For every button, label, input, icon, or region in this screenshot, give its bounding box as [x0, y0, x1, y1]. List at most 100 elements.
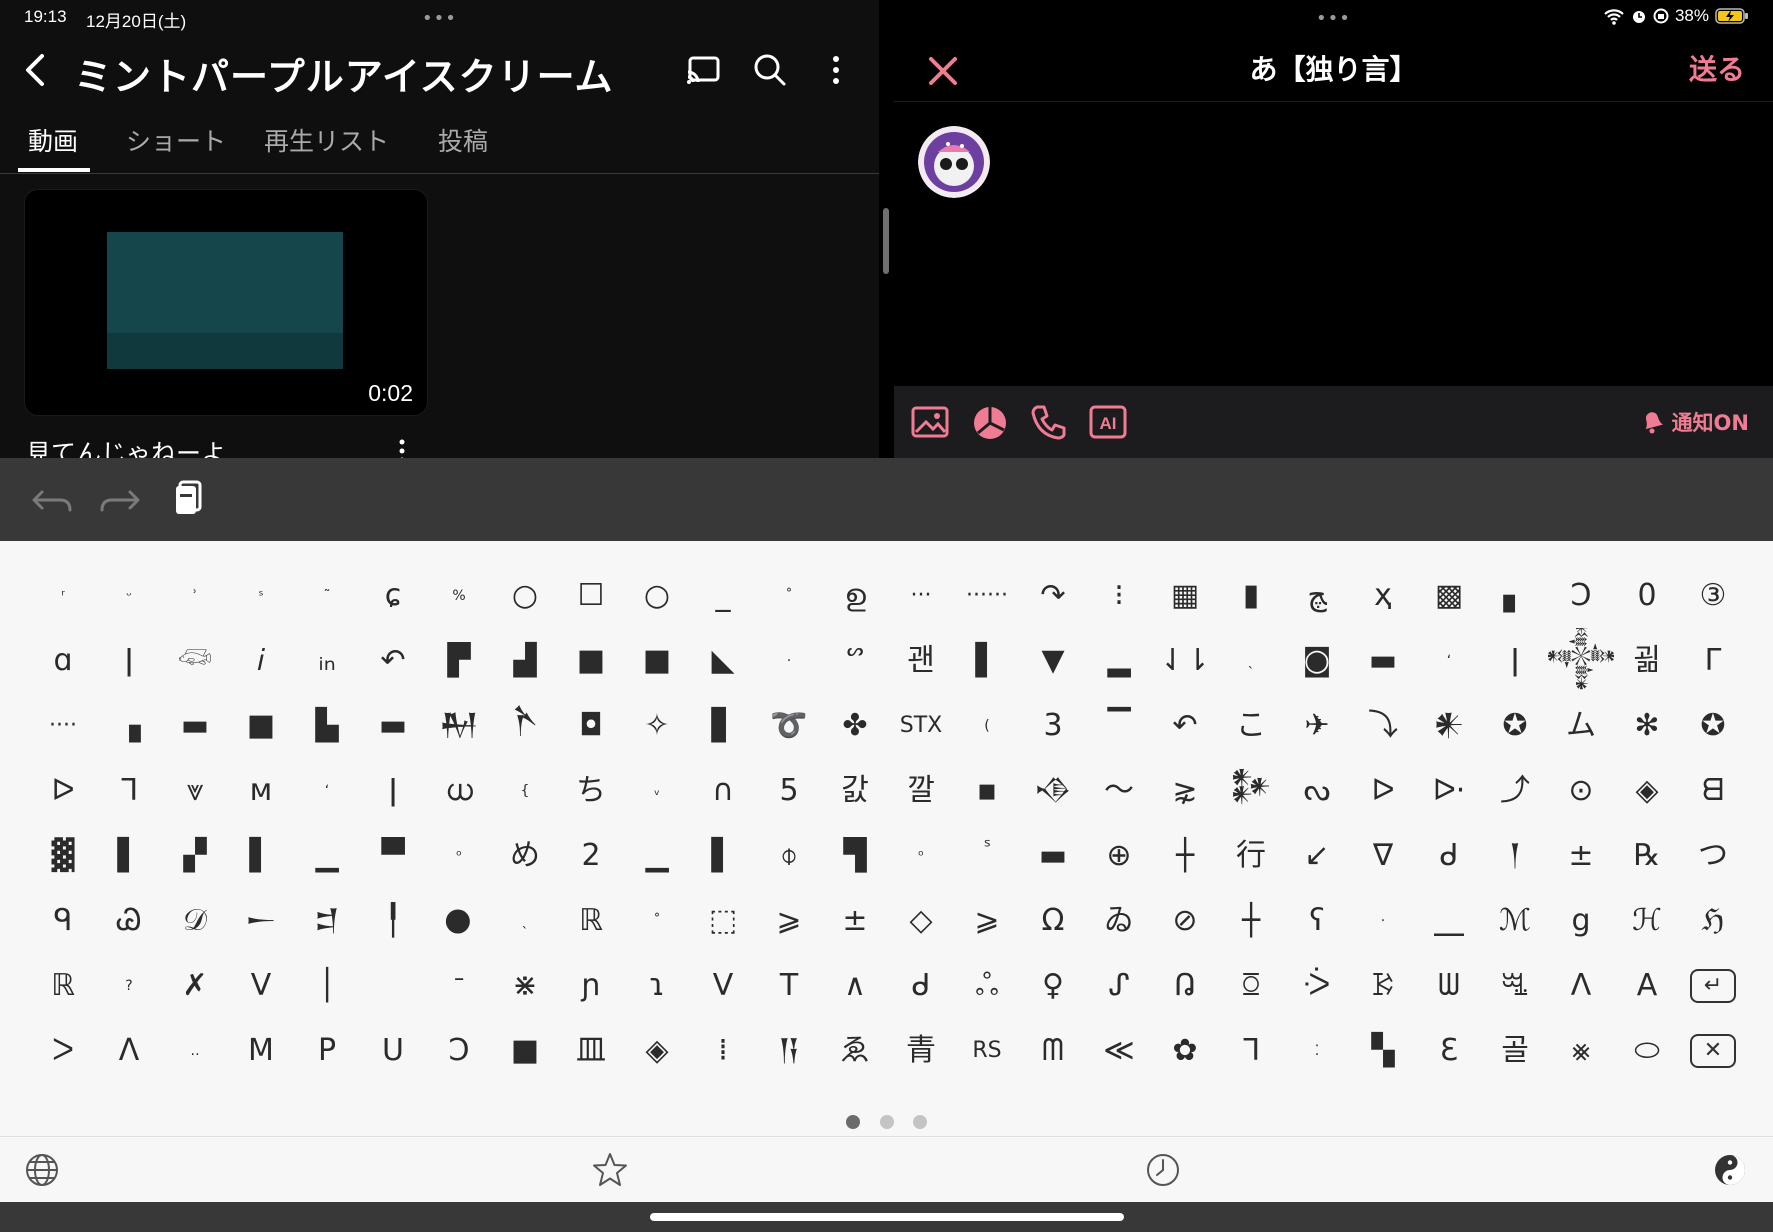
- symbol-key[interactable]: 𒀭: [1416, 693, 1482, 758]
- symbol-key[interactable]: Т: [756, 953, 822, 1018]
- symbol-key[interactable]: ⊕: [1086, 823, 1152, 888]
- symbol-key[interactable]: ∩: [690, 758, 756, 823]
- symbol-key[interactable]: g: [1548, 888, 1614, 953]
- symbol-key[interactable]: 𒈹: [426, 693, 492, 758]
- multitask-dots-right[interactable]: •••: [1316, 8, 1351, 29]
- symbol-key[interactable]: ᒣ: [96, 758, 162, 823]
- symbol-key[interactable]: [360, 953, 426, 1018]
- symbol-key[interactable]: 青: [888, 1018, 954, 1083]
- symbol-key[interactable]: ᐱ: [1548, 953, 1614, 1018]
- video-more-icon[interactable]: [395, 436, 409, 458]
- symbol-key[interactable]: ▋: [690, 693, 756, 758]
- symbol-key[interactable]: 𒀯: [1218, 758, 1284, 823]
- symbol-key[interactable]: ˎ: [1218, 628, 1284, 693]
- symbol-key[interactable]: ˜: [294, 563, 360, 628]
- symbol-key[interactable]: %: [426, 563, 492, 628]
- symbol-key[interactable]: ☐: [558, 563, 624, 628]
- symbol-key[interactable]: ⤵: [1350, 693, 1416, 758]
- symbol-key[interactable]: ▚: [1350, 1018, 1416, 1083]
- symbol-key[interactable]: ③: [1680, 563, 1746, 628]
- symbol-key[interactable]: ⁝: [1086, 563, 1152, 628]
- symbol-key[interactable]: 𝑖: [228, 628, 294, 693]
- symbol-key[interactable]: ꗆ: [1482, 953, 1548, 1018]
- symbol-key[interactable]: ᑯ: [888, 953, 954, 1018]
- symbol-key[interactable]: ▖: [1482, 563, 1548, 628]
- symbol-key[interactable]: ▬: [360, 693, 426, 758]
- symbol-key[interactable]: ↙: [1284, 823, 1350, 888]
- symbol-key[interactable]: ✧: [624, 693, 690, 758]
- symbol-key[interactable]: 5: [756, 758, 822, 823]
- symbol-key[interactable]: ▌: [228, 823, 294, 888]
- symbol-key[interactable]: ꗞ: [1218, 953, 1284, 1018]
- symbol-key[interactable]: ◈: [624, 1018, 690, 1083]
- symbol-key[interactable]: ゐ: [1086, 888, 1152, 953]
- redo-icon[interactable]: [96, 478, 142, 522]
- symbol-key[interactable]: (: [954, 693, 1020, 758]
- symbol-key[interactable]: ム: [1548, 693, 1614, 758]
- clipboard-icon[interactable]: [164, 478, 210, 522]
- symbol-key[interactable]: ᐯ: [690, 953, 756, 1018]
- symbol-key[interactable]: 0: [1614, 563, 1680, 628]
- symbol-key[interactable]: ⩾: [756, 888, 822, 953]
- symbol-key[interactable]: ○: [492, 563, 558, 628]
- symbol-key[interactable]: ✗: [162, 953, 228, 1018]
- symbol-key[interactable]: ˚: [624, 888, 690, 953]
- symbol-key[interactable]: ⬚: [690, 888, 756, 953]
- symbol-key[interactable]: 괜: [888, 628, 954, 693]
- symbol-key[interactable]: ⊙: [1548, 758, 1614, 823]
- symbol-key[interactable]: Ɛ: [1416, 1018, 1482, 1083]
- pie-icon[interactable]: [970, 402, 1010, 442]
- symbol-key[interactable]: ᐅ: [1350, 758, 1416, 823]
- tab-posts[interactable]: 投稿: [438, 122, 488, 158]
- symbol-key[interactable]: ✪: [1680, 693, 1746, 758]
- symbol-key[interactable]: ➰: [756, 693, 822, 758]
- symbol-key[interactable]: ■: [558, 628, 624, 693]
- symbol-key[interactable]: ʳ: [30, 563, 96, 628]
- multitask-dots-left[interactable]: •••: [422, 8, 457, 29]
- tab-playlists[interactable]: 再生リスト: [264, 122, 389, 158]
- symbol-key[interactable]: ʕ: [1284, 888, 1350, 953]
- symbol-key[interactable]: ゑ: [822, 1018, 888, 1083]
- undo-icon[interactable]: [30, 478, 76, 522]
- symbol-key[interactable]: ҳ: [1350, 563, 1416, 628]
- symbol-key[interactable]: Λ: [96, 1018, 162, 1083]
- symbol-key[interactable]: 𒄑: [294, 888, 360, 953]
- symbol-key[interactable]: ····: [30, 693, 96, 758]
- symbol-key[interactable]: ℝ: [558, 888, 624, 953]
- symbol-key[interactable]: ✪: [1482, 693, 1548, 758]
- symbol-key[interactable]: ᒣ: [1218, 1018, 1284, 1083]
- symbol-key[interactable]: M: [228, 1018, 294, 1083]
- symbol-key[interactable]: ᑫ: [30, 888, 96, 953]
- symbol-key[interactable]: ℋ: [1614, 888, 1680, 953]
- symbol-key[interactable]: ⋧: [1152, 758, 1218, 823]
- symbol-key[interactable]: 𒋻: [492, 693, 558, 758]
- home-indicator[interactable]: [650, 1213, 1124, 1221]
- symbol-key[interactable]: ᑂ: [1284, 953, 1350, 1018]
- symbol-key[interactable]: ·: [1350, 888, 1416, 953]
- symbol-key[interactable]: め: [492, 823, 558, 888]
- symbol-key[interactable]: ˢ: [228, 563, 294, 628]
- symbol-key[interactable]: ▬: [162, 693, 228, 758]
- symbol-key[interactable]: ▂: [1086, 628, 1152, 693]
- symbol-key[interactable]: ▞: [162, 823, 228, 888]
- symbol-key[interactable]: ≪: [1086, 1018, 1152, 1083]
- symbol-key[interactable]: ᒥ: [1680, 628, 1746, 693]
- symbol-key[interactable]: ᵢₙ: [294, 628, 360, 693]
- symbol-key[interactable]: ℳ: [1482, 888, 1548, 953]
- symbol-key[interactable]: ⇃⇂: [1152, 628, 1218, 693]
- symbol-key[interactable]: ɲ: [558, 953, 624, 1018]
- symbol-key[interactable]: A: [1614, 953, 1680, 1018]
- symbol-key[interactable]: ◙: [1284, 628, 1350, 693]
- symbol-key[interactable]: ᔓ: [1284, 758, 1350, 823]
- symbol-key[interactable]: ⎽: [1416, 888, 1482, 953]
- back-icon[interactable]: [18, 50, 54, 90]
- page-dot[interactable]: [879, 1115, 894, 1129]
- symbol-key[interactable]: ᐨ: [426, 953, 492, 1018]
- symbol-key[interactable]: ᗺ: [1680, 758, 1746, 823]
- symbol-key[interactable]: ·: [756, 628, 822, 693]
- symbol-key[interactable]: ‥: [162, 1018, 228, 1083]
- symbol-key[interactable]: ᵒ: [888, 823, 954, 888]
- symbol-key[interactable]: ◇: [888, 888, 954, 953]
- return-key[interactable]: ↵: [1680, 953, 1746, 1018]
- symbol-key[interactable]: ■: [228, 693, 294, 758]
